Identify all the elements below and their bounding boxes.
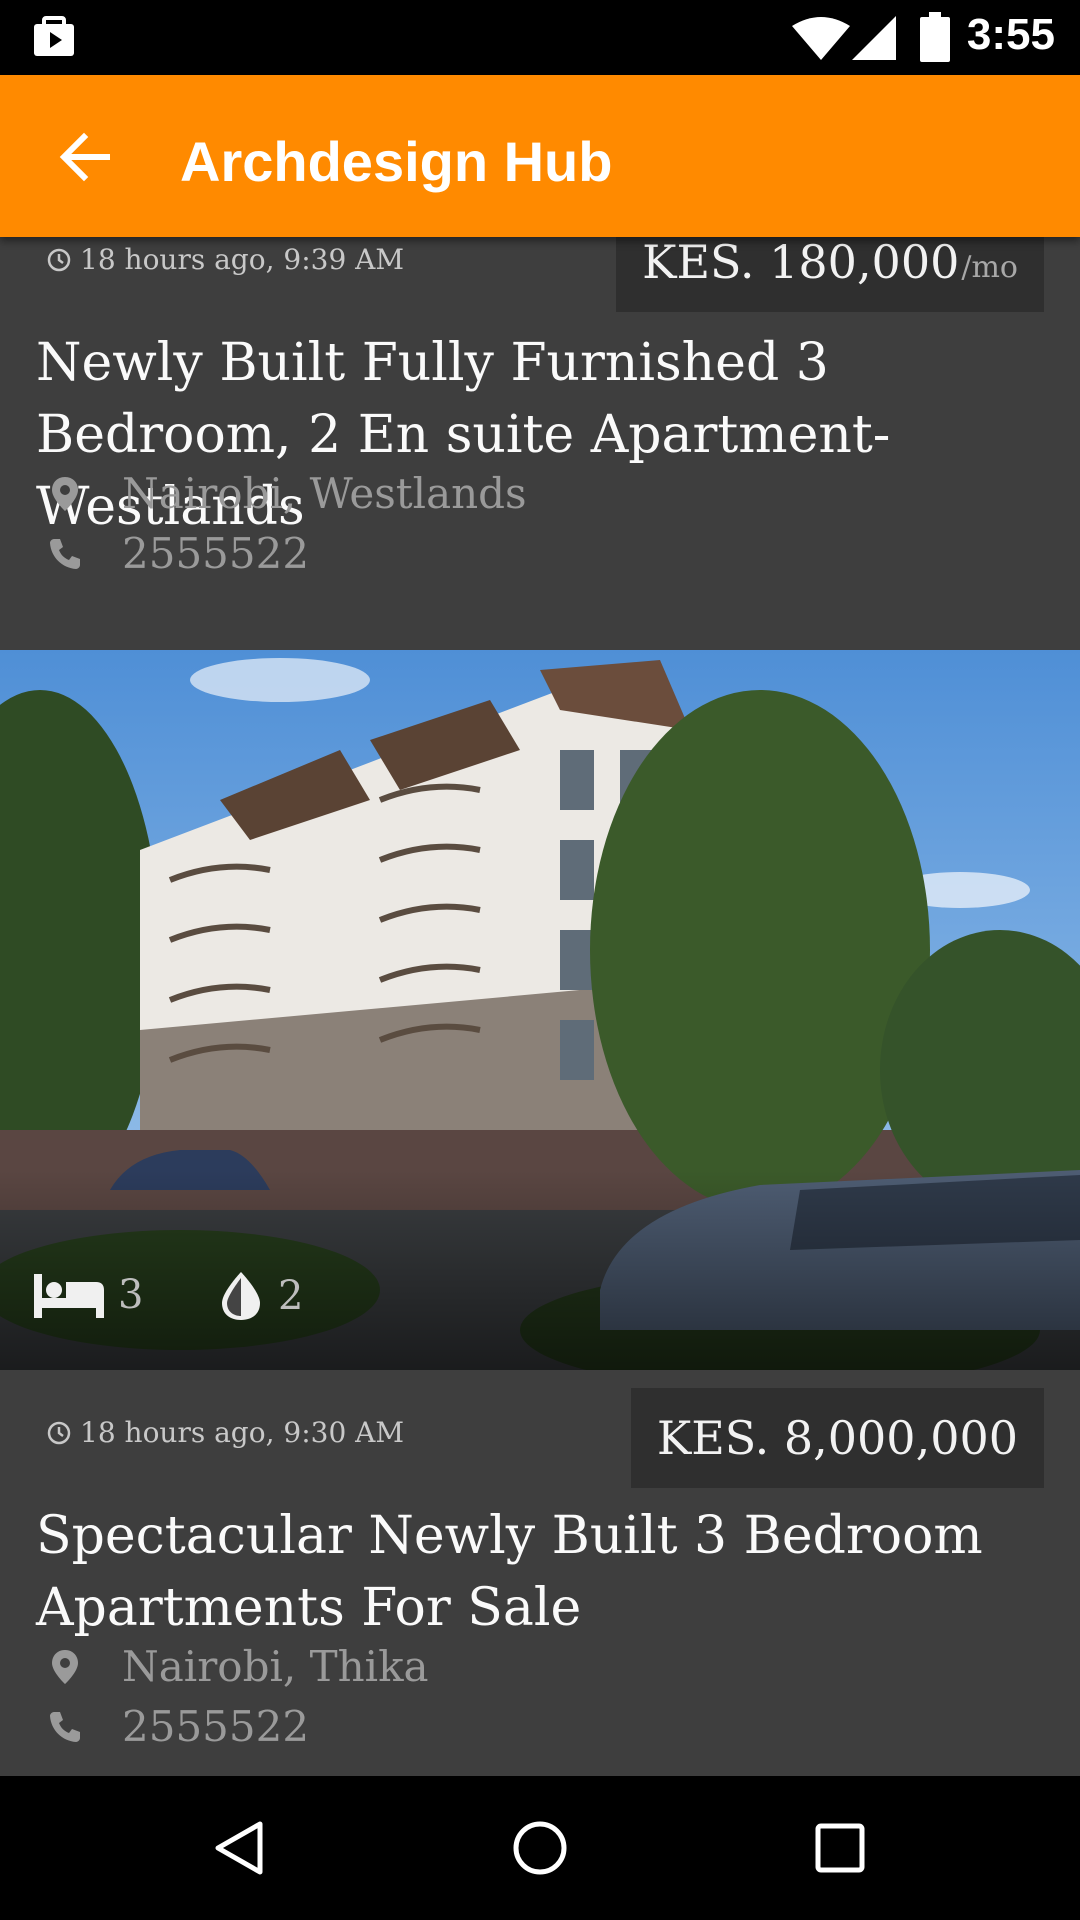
clock-icon: [47, 1421, 71, 1444]
listing-photo[interactable]: 3 2: [0, 650, 1080, 1370]
location-text: Nairobi, Westlands: [122, 469, 527, 518]
phone-text: 2555522: [122, 1702, 310, 1751]
bed-icon: [34, 1274, 104, 1318]
briefcase-play-icon: [34, 16, 74, 56]
photo-shade: [0, 1170, 1080, 1370]
location-row: Nairobi, Thika: [46, 1642, 429, 1691]
nav-back-icon[interactable]: [210, 1818, 270, 1878]
nav-home-icon[interactable]: [510, 1818, 570, 1878]
price-value: KES. 8,000,000: [656, 1411, 1018, 1465]
app-bar: Archdesign Hub: [0, 75, 1080, 237]
wifi-icon: [792, 17, 850, 60]
price-badge: KES. 8,000,000: [630, 1388, 1044, 1488]
listing-time: 18 hours ago, 9:39 AM: [46, 243, 404, 276]
phone-icon: [50, 1711, 80, 1742]
bedroom-count-text: 3: [118, 1272, 144, 1318]
listing-time-text: 18 hours ago, 9:39 AM: [80, 243, 405, 276]
location-pin-icon: [52, 1649, 78, 1684]
phone-text: 2555522: [122, 529, 310, 578]
location-text: Nairobi, Thika: [122, 1642, 429, 1691]
status-bar: 3:55: [0, 0, 1080, 75]
navigation-bar: [0, 1776, 1080, 1920]
bedroom-count: 3: [34, 1270, 143, 1320]
listing-time: 18 hours ago, 9:30 AM: [46, 1416, 404, 1449]
listing-title[interactable]: Spectacular Newly Built 3 Bedroom Apartm…: [36, 1500, 1046, 1644]
nav-recents-icon[interactable]: [810, 1818, 870, 1878]
phone-row[interactable]: 2555522: [46, 1702, 309, 1751]
location-pin-icon: [52, 476, 78, 511]
price-badge: KES. 180,000 /mo: [616, 237, 1044, 312]
phone-icon: [50, 538, 80, 569]
battery-icon: [920, 12, 950, 62]
status-time: 3:55: [966, 10, 1055, 59]
bathroom-count: 2: [218, 1270, 303, 1322]
app-title: Archdesign Hub: [180, 130, 613, 193]
price-value: KES. 180,000: [642, 237, 960, 289]
phone-row[interactable]: 2555522: [46, 529, 309, 578]
listing-time-text: 18 hours ago, 9:30 AM: [80, 1416, 405, 1449]
signal-icon: [852, 16, 896, 60]
price-unit: /mo: [961, 249, 1018, 285]
listing-feed[interactable]: 18 hours ago, 9:39 AM KES. 180,000 /mo N…: [0, 237, 1080, 1776]
location-row: Nairobi, Westlands: [46, 469, 527, 518]
listing-card[interactable]: 18 hours ago, 9:30 AM KES. 8,000,000 Spe…: [0, 1370, 1080, 1776]
water-drop-icon: [222, 1272, 260, 1320]
back-arrow-icon[interactable]: [58, 131, 110, 183]
bathroom-count-text: 2: [278, 1273, 304, 1319]
clock-icon: [47, 248, 71, 271]
